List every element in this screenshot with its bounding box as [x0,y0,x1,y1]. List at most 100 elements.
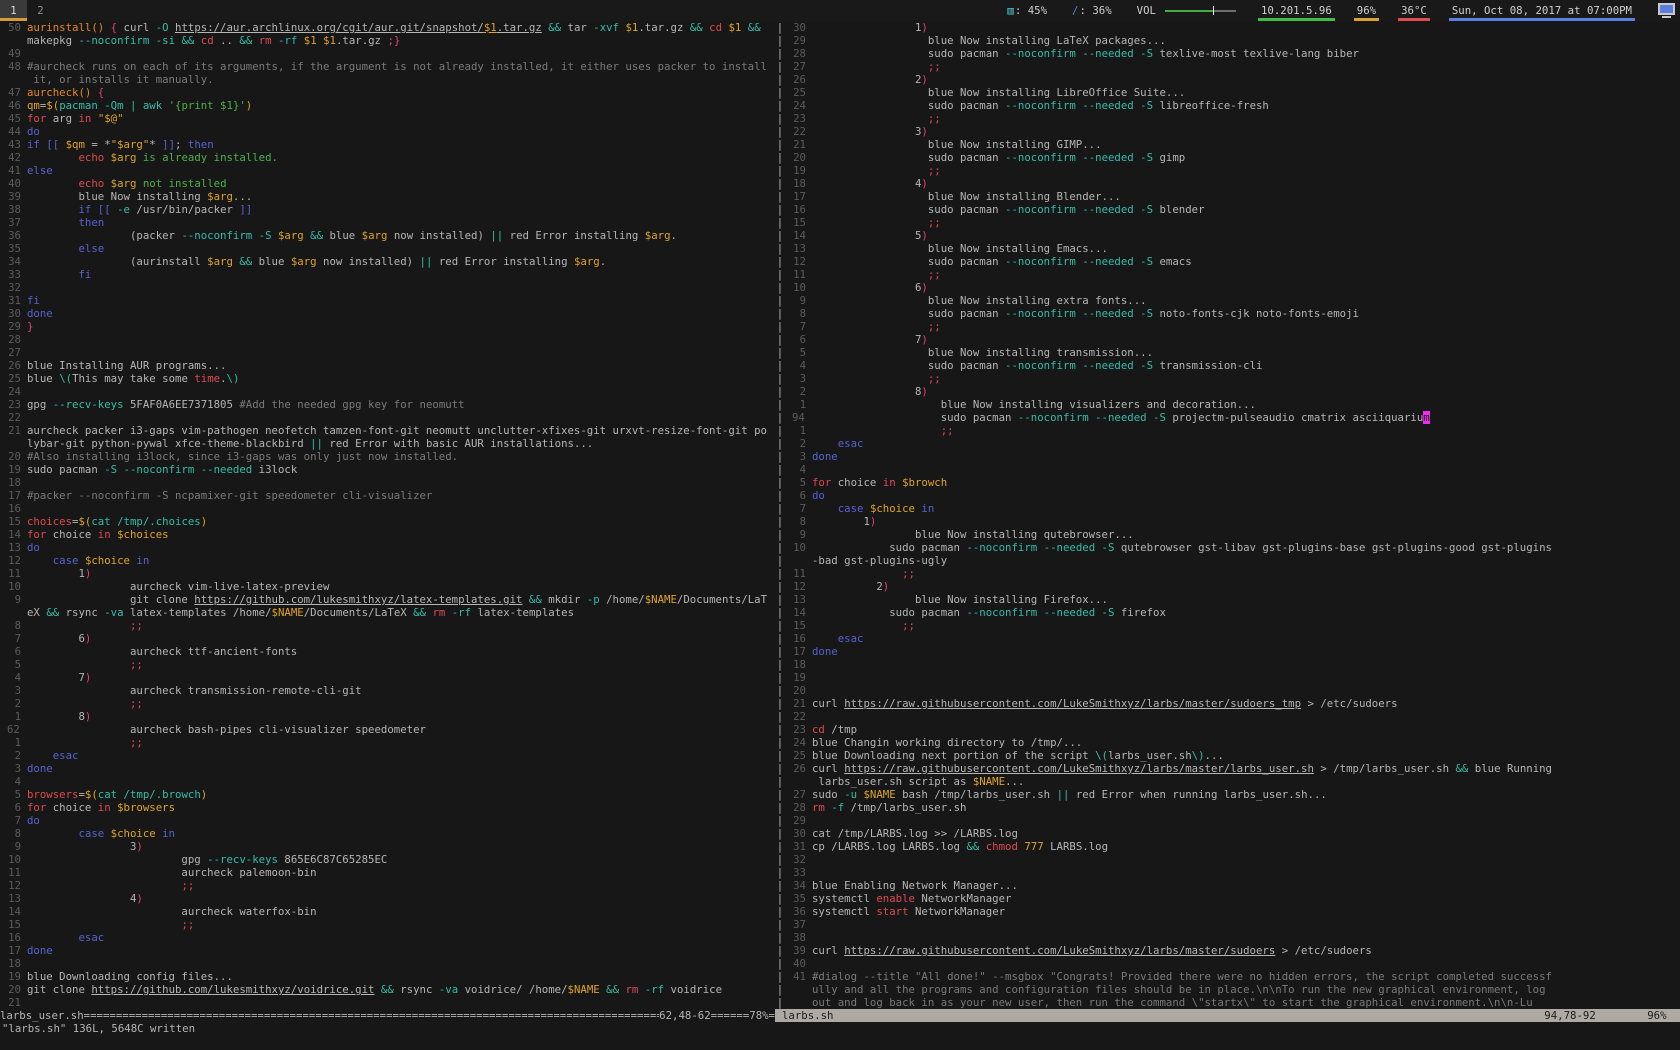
code-row: 14 sudo pacman --noconfirm --needed -S f… [792,606,1680,619]
line-number: 23 [792,112,806,125]
statusline-right-filename: larbs.sh [782,1009,833,1022]
code-row: 27 ;; [792,60,1680,73]
line-number: 33 [792,866,806,879]
code-row: 10 sudo pacman --noconfirm --needed -S q… [792,541,1680,554]
line-number: 15 [7,515,21,528]
line-number: 17 [792,645,806,658]
code-row: 18 [7,957,775,970]
code-row: 36 (packer --noconfirm -S $arg && blue $… [7,229,775,242]
line-number: 10 [792,541,806,554]
line-number: 32 [792,853,806,866]
code-row: 8 case $choice in [7,827,775,840]
line-number: 21 [792,697,806,710]
line-number: 35 [7,242,21,255]
line-number: 20 [792,151,806,164]
line-number: 7 [792,320,806,333]
line-number: 41 [7,164,21,177]
line-number: 6 [7,801,21,814]
code-row: 9 git clone https://github.com/lukesmith… [7,593,775,606]
line-number: 13 [792,242,806,255]
code-row: 19blue Downloading config files... [7,970,775,983]
code-row: 4 sudo pacman --noconfirm --needed -S tr… [792,359,1680,372]
stat-datetime: Sun, Oct 08, 2017 at 07:00PM [1449,0,1635,21]
line-number: 39 [792,944,806,957]
code-row: 41#dialog --title "All done!" --msgbox "… [792,970,1680,983]
line-number: 20 [792,684,806,697]
code-row: 3done [792,450,1680,463]
line-number: 21 [7,424,21,437]
line-number: 25 [7,372,21,385]
line-number: 20 [7,450,21,463]
code-row: 8 1) [792,515,1680,528]
code-row: 5 ;; [7,658,775,671]
line-number: 3 [792,372,806,385]
line-number: 5 [7,788,21,801]
code-row: 47aurcheck() { [7,86,775,99]
code-row: 39curl https://raw.githubusercontent.com… [792,944,1680,957]
code-row: 10 gpg --recv-keys 865E6C87C65285EC [7,853,775,866]
code-row: 14 aurcheck waterfox-bin [7,905,775,918]
volume-slider[interactable] [1165,6,1236,15]
line-number: 36 [7,229,21,242]
line-number: 4 [792,463,806,476]
line-number: 48 [7,60,21,73]
code-row: 6do [792,489,1680,502]
window-separator: | | | | | | | | | | | | | | | | | | | | … [775,21,785,1009]
line-number: 8 [792,515,806,528]
line-number: 18 [792,177,806,190]
code-row: 30 1) [792,21,1680,34]
code-row: 26 2) [792,73,1680,86]
line-number: 24 [792,99,806,112]
code-row: 23cd /tmp [792,723,1680,736]
code-row: 20 sudo pacman --noconfirm --needed -S g… [792,151,1680,164]
code-row: 46qm=$(pacman -Qm | awk '{print $1}') [7,99,775,112]
code-row: 8 sudo pacman --noconfirm --needed -S no… [792,307,1680,320]
vim-editor: 50aurinstall() { curl -O https://aur.arc… [0,21,1680,1009]
terminal-screen: 12 ▥: 45% /: 36% VOL 10.201.5.96 96% 36°… [0,0,1680,1050]
line-number: 15 [7,918,21,931]
line-number: 41 [792,970,806,983]
line-number: 24 [7,385,21,398]
line-number: 15 [792,216,806,229]
code-row: 29 [792,814,1680,827]
line-number: 19 [792,164,806,177]
line-number: 2 [7,697,21,710]
code-row: 15 ;; [7,918,775,931]
line-number: 33 [7,268,21,281]
line-number: 10 [792,281,806,294]
line-number: 3 [792,450,806,463]
workspace-1[interactable]: 1 [0,0,27,21]
line-number: 9 [7,840,21,853]
line-number: 17 [7,944,21,957]
code-row: 32 [792,853,1680,866]
code-row: 7 case $choice in [792,502,1680,515]
line-number: 18 [792,658,806,671]
line-number: 1 [792,398,806,411]
line-number: 42 [7,151,21,164]
line-number: 1 [7,736,21,749]
code-row: 38 if [[ -e /usr/bin/packer ]] [7,203,775,216]
line-number: 23 [792,723,806,736]
code-row: 1 ;; [792,424,1680,437]
code-row: 33 [792,866,1680,879]
code-row: 20#Also installing i3lock, since i3-gaps… [7,450,775,463]
line-number: 2 [7,749,21,762]
line-number: 94 [792,411,806,424]
editor-pane-left[interactable]: 50aurinstall() { curl -O https://aur.arc… [0,21,775,1009]
code-row: 44do [7,125,775,138]
code-row: 5for choice in $browch [792,476,1680,489]
line-number: 26 [792,73,806,86]
code-row: 62 aurcheck bash-pipes cli-visualizer sp… [7,723,775,736]
line-number: 20 [7,983,21,996]
line-number: 30 [792,21,806,34]
editor-pane-right[interactable]: 30 1)29 blue Now installing LaTeX packag… [785,21,1680,1009]
code-row: 16 esac [792,632,1680,645]
line-number: 21 [7,996,21,1009]
line-number: 27 [792,788,806,801]
workspace-2[interactable]: 2 [27,0,54,21]
line-number: 26 [792,762,806,775]
line-number: 9 [792,294,806,307]
stat-ip-address: 10.201.5.96 [1258,0,1335,21]
line-number: 22 [792,125,806,138]
code-row: 9 blue Now installing extra fonts... [792,294,1680,307]
